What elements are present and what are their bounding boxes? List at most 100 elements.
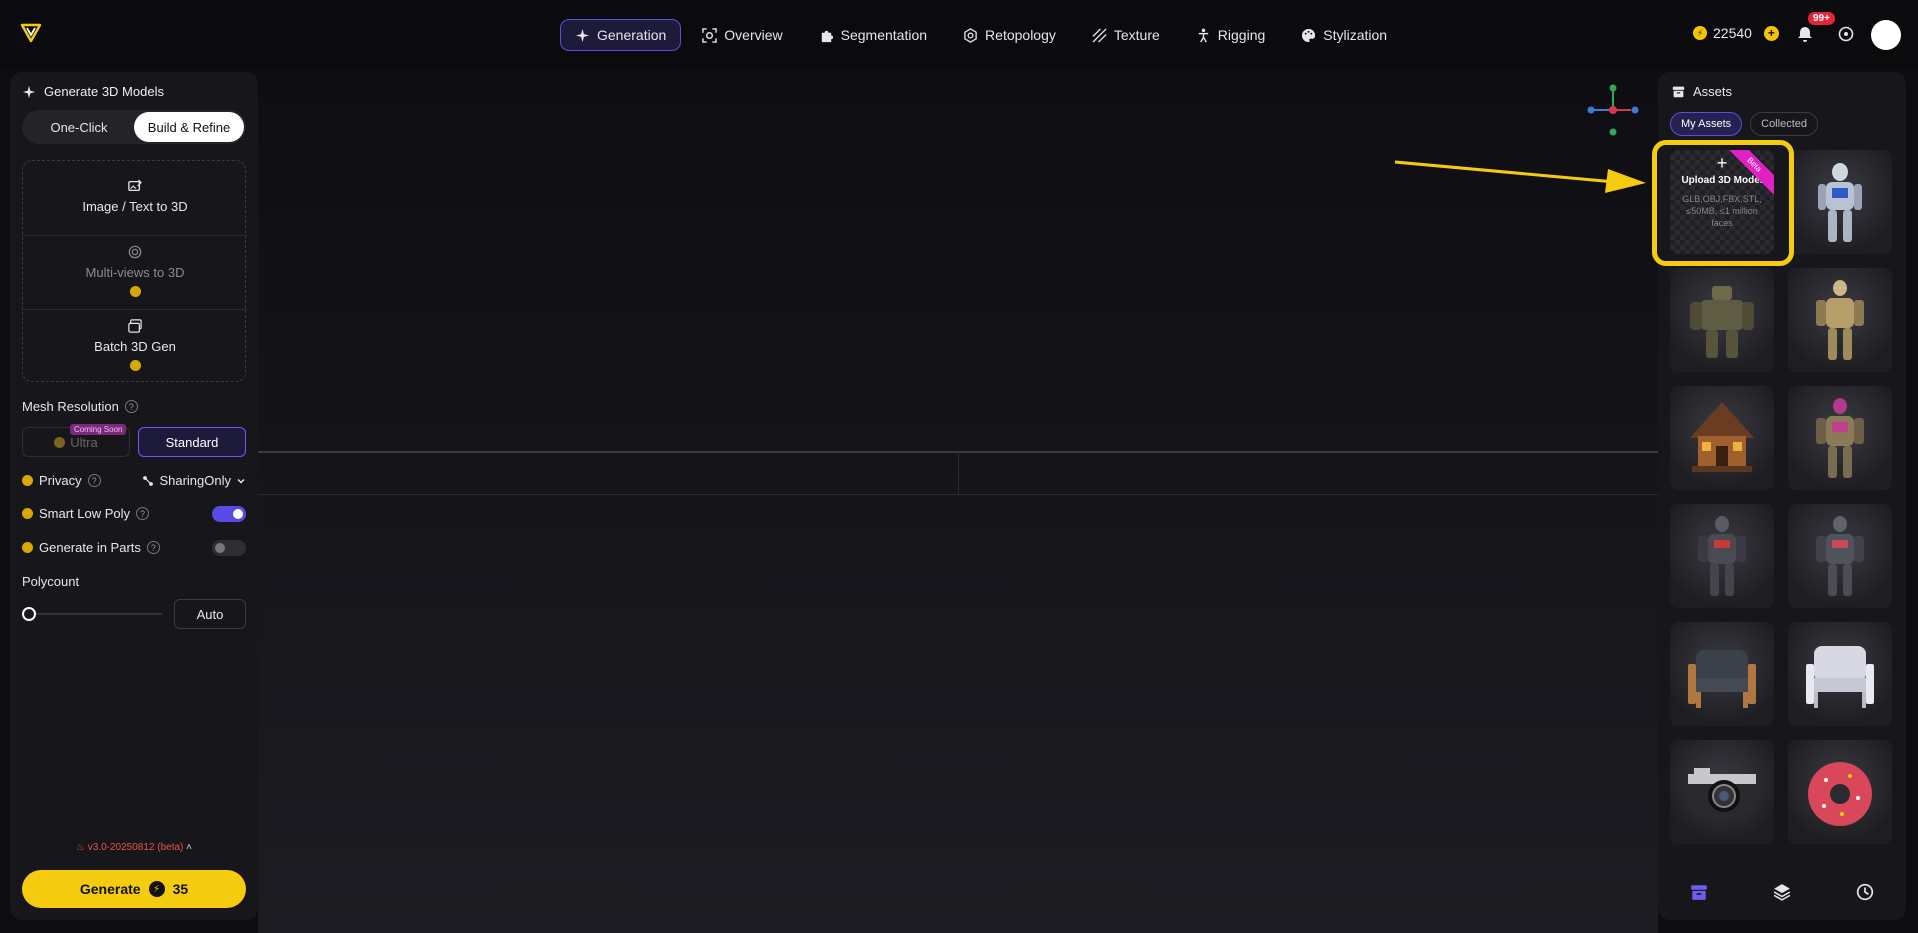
sharing-value: SharingOnly [159, 473, 231, 488]
privacy-label: Privacy [39, 473, 82, 488]
privacy-row: Privacy ? SharingOnly [22, 473, 246, 488]
history-icon[interactable] [1856, 883, 1874, 901]
robot-magenta-icon [1816, 398, 1864, 478]
nav-rigging[interactable]: Rigging [1181, 19, 1280, 51]
avatar[interactable] [1871, 20, 1901, 50]
assets-archive-icon[interactable] [1690, 883, 1708, 901]
main-nav: Generation Overview Segmentation Retopol… [560, 19, 1402, 51]
coin-icon: ⚡ [148, 881, 165, 897]
asset-thumbnail[interactable] [1788, 268, 1892, 372]
option-image-text-to-3d[interactable]: Image / Text to 3D [23, 179, 247, 214]
premium-crown-icon [22, 542, 33, 553]
premium-crown-icon [129, 286, 141, 297]
layers-icon[interactable] [1773, 883, 1791, 901]
3d-viewport[interactable] [258, 68, 1658, 933]
help-icon[interactable]: ? [124, 400, 138, 413]
camera-icon [1688, 768, 1756, 814]
option-label: Batch 3D Gen [94, 339, 176, 354]
add-credits-icon[interactable]: + [1763, 25, 1779, 41]
nav-label: Rigging [1217, 27, 1266, 43]
help-icon[interactable]: ? [136, 507, 150, 520]
asset-thumbnail[interactable] [1788, 740, 1892, 844]
asset-thumbnail[interactable] [1788, 386, 1892, 490]
nav-label: Texture [1113, 27, 1160, 43]
sharing-dropdown[interactable]: SharingOnly [142, 473, 246, 488]
axis-gizmo-icon[interactable] [1583, 80, 1643, 140]
option-batch-3d-gen[interactable]: Batch 3D Gen [23, 319, 247, 371]
chevron-up-icon: ˄ [186, 842, 192, 853]
toggle-knob [215, 542, 225, 553]
generate-parts-label: Generate in Parts [39, 540, 141, 555]
premium-crown-icon [22, 508, 33, 519]
nav-label: Stylization [1323, 27, 1388, 43]
nav-stylization[interactable]: Stylization [1286, 19, 1402, 51]
top-bar: Generation Overview Segmentation Retopol… [0, 0, 1918, 68]
cabin-icon [1690, 402, 1754, 472]
mesh-resolution-text: Mesh Resolution [22, 399, 119, 414]
hexagon-icon [964, 27, 977, 43]
divider [23, 309, 247, 310]
generate-parts-toggle[interactable] [212, 539, 246, 556]
option-label: Image / Text to 3D [82, 199, 188, 214]
generate-label: Generate [79, 881, 141, 897]
help-icon[interactable]: ? [146, 541, 160, 554]
bell-icon[interactable] [1796, 25, 1814, 43]
nav-texture[interactable]: Texture [1077, 19, 1175, 51]
nav-segmentation[interactable]: Segmentation [804, 19, 942, 51]
nav-overview[interactable]: Overview [687, 19, 797, 51]
polycount-input[interactable]: Auto [174, 599, 246, 629]
armchair-gray-icon [1688, 650, 1756, 708]
nav-label: Generation [597, 27, 667, 43]
polycount-slider[interactable] [22, 613, 162, 615]
scan-icon [702, 27, 718, 43]
generate-panel: Generate 3D Models One-Click Build & Ref… [10, 72, 258, 920]
nav-retopology[interactable]: Retopology [948, 19, 1071, 51]
polycount-label: Polycount [22, 574, 80, 589]
mode-build-refine-button[interactable]: Build & Refine [134, 112, 244, 142]
nav-label: Retopology [985, 27, 1056, 43]
generate-cost: 35 [172, 881, 189, 897]
tab-my-assets[interactable]: My Assets [1670, 112, 1743, 136]
generate-button[interactable]: Generate ⚡ 35 [22, 870, 246, 908]
nav-generation[interactable]: Generation [560, 19, 682, 51]
coin-icon: ⚡ [1693, 26, 1707, 40]
flame-icon: ♨ [76, 842, 85, 853]
assets-title-text: Assets [1693, 84, 1733, 99]
asset-thumbnail[interactable] [1670, 268, 1774, 372]
armchair-white-icon [1806, 646, 1874, 708]
version-text: v3.0-20250812 (beta) [87, 842, 184, 853]
donut-icon [1808, 762, 1872, 826]
asset-thumbnail[interactable] [1670, 622, 1774, 726]
asset-thumbnail[interactable] [1788, 150, 1892, 254]
toggle-knob [233, 508, 243, 519]
option-multi-views-to-3d[interactable]: Multi-views to 3D [23, 245, 247, 297]
premium-crown-icon [54, 436, 66, 448]
puzzle-icon [821, 30, 833, 42]
resolution-standard-button[interactable]: Standard [138, 427, 246, 457]
asset-thumbnail[interactable] [1670, 504, 1774, 608]
figure-icon [1198, 28, 1208, 42]
floor-line [958, 452, 959, 494]
assets-bottom-bar [1658, 872, 1906, 912]
texture-icon [1092, 27, 1107, 43]
notification-badge: 99+ [1808, 12, 1835, 25]
nav-label: Segmentation [840, 27, 928, 43]
palette-icon [1302, 28, 1316, 42]
version-label[interactable]: ♨ v3.0-20250812 (beta) ˄ [10, 842, 258, 853]
tab-collected[interactable]: Collected [1750, 112, 1818, 136]
chat-icon[interactable] [1838, 26, 1854, 42]
help-icon[interactable]: ? [87, 474, 101, 487]
asset-thumbnail[interactable] [1788, 504, 1892, 608]
floor-line [258, 494, 1658, 495]
polycount-slider-handle[interactable] [22, 607, 36, 621]
asset-thumbnail[interactable] [1670, 740, 1774, 844]
smart-low-poly-toggle[interactable] [212, 505, 246, 522]
asset-thumbnail[interactable] [1788, 622, 1892, 726]
chevron-down-icon [237, 478, 245, 484]
logo-icon[interactable] [20, 22, 42, 44]
mode-oneclick-button[interactable]: One-Click [24, 112, 134, 142]
robot-gold-icon [1816, 280, 1864, 360]
asset-thumbnail[interactable] [1670, 386, 1774, 490]
share-icon [143, 475, 154, 486]
batch-icon [128, 319, 142, 333]
